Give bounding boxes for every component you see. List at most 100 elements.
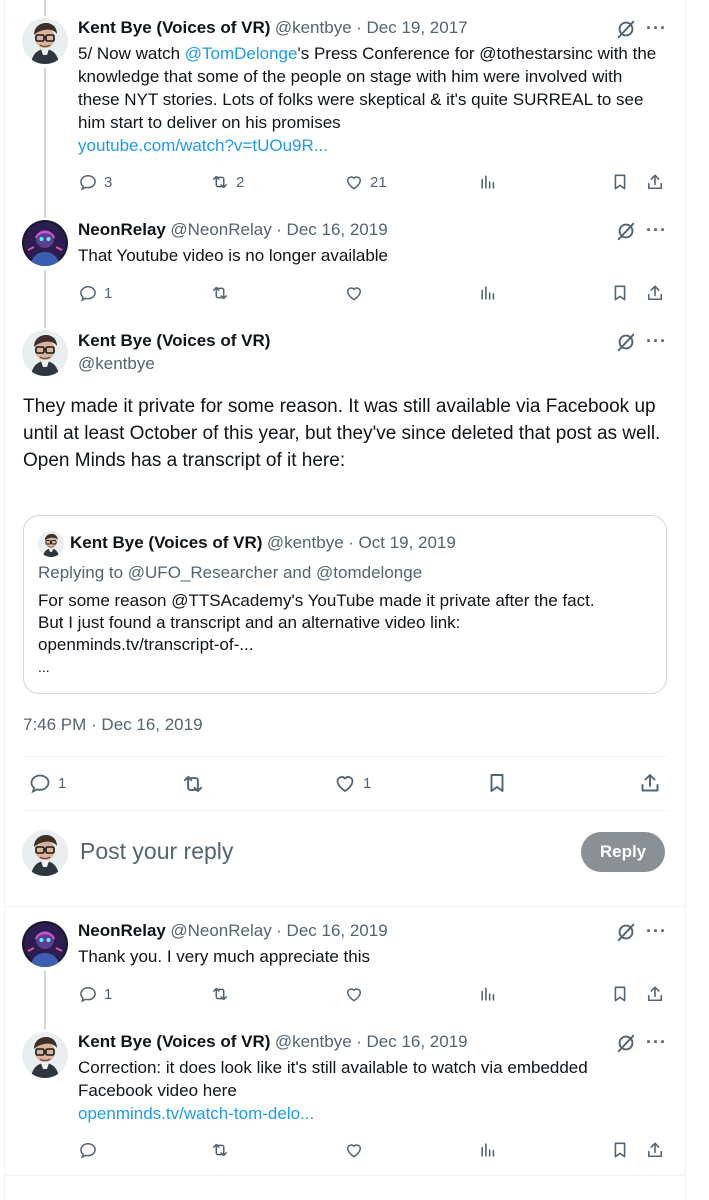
tweet-text: That Youtube video is no longer availabl…	[78, 246, 389, 265]
share-button[interactable]	[645, 172, 665, 192]
author-handle[interactable]: @kentbye	[275, 18, 352, 37]
heart-icon	[344, 172, 364, 192]
more-options-icon[interactable]: ···	[646, 1032, 667, 1053]
quote-line: openminds.tv/transcript-of-...	[38, 635, 254, 654]
views-button[interactable]	[478, 283, 498, 303]
share-button[interactable]	[638, 771, 662, 795]
tweet-text-part: 5/ Now watch	[78, 44, 185, 63]
post-timestamp[interactable]: 7:46 PM · Dec 16, 2019	[23, 715, 203, 735]
avatar[interactable]	[22, 220, 68, 266]
reply-input[interactable]: Post your reply	[80, 838, 233, 865]
more-options-icon[interactable]: ···	[646, 220, 667, 241]
like-button[interactable]: 21	[344, 172, 387, 192]
repost-button[interactable]	[180, 771, 206, 797]
more-options-icon[interactable]: ···	[646, 921, 667, 942]
main-text-paragraph: They made it private for some reason. It…	[23, 396, 661, 444]
divider	[23, 756, 667, 757]
bookmark-icon	[610, 1140, 630, 1160]
views-button[interactable]	[478, 172, 498, 192]
share-button[interactable]	[645, 984, 665, 1004]
avatar[interactable]	[22, 18, 68, 64]
reply-icon	[78, 1140, 98, 1160]
thread-line	[44, 270, 46, 328]
reply-icon	[28, 771, 52, 795]
bookmark-button[interactable]	[485, 771, 509, 795]
repost-button[interactable]: 2	[210, 172, 244, 192]
quote-line: ...	[38, 659, 50, 675]
reply-button[interactable]: 1	[28, 771, 66, 795]
reply-button[interactable]	[78, 1140, 98, 1160]
bookmark-button[interactable]	[610, 1140, 630, 1160]
author-handle[interactable]: @kentbye	[275, 1032, 352, 1051]
heart-icon	[344, 283, 364, 303]
share-button[interactable]	[645, 1140, 665, 1160]
tweet-header: Kent Bye (Voices of VR) @kentbye · Dec 1…	[78, 1032, 468, 1052]
tweet-header: NeonRelay @NeonRelay · Dec 16, 2019	[78, 220, 388, 240]
author-name[interactable]: Kent Bye (Voices of VR)	[78, 331, 270, 351]
grok-icon[interactable]	[615, 921, 637, 943]
author-handle[interactable]: @kentbye	[78, 354, 155, 374]
avatar[interactable]	[22, 921, 68, 967]
reply-icon	[78, 172, 98, 192]
url-link[interactable]: openminds.tv/watch-tom-delo...	[78, 1104, 314, 1123]
author-name[interactable]: NeonRelay	[78, 220, 166, 239]
avatar[interactable]	[22, 1032, 68, 1078]
reply-button[interactable]: 1	[78, 984, 112, 1004]
bookmark-button[interactable]	[610, 283, 630, 303]
bookmark-button[interactable]	[610, 984, 630, 1004]
tweet-date[interactable]: · Dec 16, 2019	[276, 220, 388, 239]
divider	[23, 810, 667, 811]
author-name[interactable]: Kent Bye (Voices of VR)	[78, 18, 270, 37]
views-button[interactable]	[478, 984, 498, 1004]
like-button[interactable]	[344, 1140, 364, 1160]
reply-icon	[78, 984, 98, 1004]
views-button[interactable]	[478, 1140, 498, 1160]
mention-link[interactable]: @TomDelonge	[185, 44, 298, 63]
grok-icon[interactable]	[615, 220, 637, 242]
grok-icon[interactable]	[615, 18, 637, 40]
views-icon	[478, 984, 498, 1004]
tweet-text: Thank you. I very much appreciate this	[78, 947, 370, 966]
main-text-paragraph: Open Minds has a transcript of it here:	[23, 450, 346, 471]
tweet-date[interactable]: · Dec 19, 2017	[356, 18, 468, 37]
like-button[interactable]	[344, 984, 364, 1004]
grok-icon[interactable]	[615, 331, 637, 353]
reply-button[interactable]: 3	[78, 172, 112, 192]
more-options-icon[interactable]: ···	[646, 331, 667, 352]
like-count: 21	[370, 173, 387, 191]
heart-icon	[333, 771, 357, 795]
avatar	[38, 531, 64, 557]
quoted-tweet[interactable]: Kent Bye (Voices of VR) @kentbye · Oct 1…	[23, 515, 667, 694]
tweet-date: · Oct 19, 2019	[348, 533, 456, 552]
like-count: 1	[363, 774, 372, 792]
reply-count: 1	[58, 774, 67, 792]
reply-submit-button[interactable]: Reply	[581, 832, 665, 872]
bookmark-button[interactable]	[610, 172, 630, 192]
share-icon	[645, 984, 665, 1004]
tweet-date[interactable]: · Dec 16, 2019	[356, 1032, 468, 1051]
avatar	[22, 830, 68, 876]
author-name[interactable]: NeonRelay	[78, 921, 166, 940]
views-icon	[478, 172, 498, 192]
author-name[interactable]: Kent Bye (Voices of VR)	[78, 1032, 270, 1051]
share-icon	[645, 172, 665, 192]
repost-button[interactable]	[210, 984, 230, 1004]
replying-to: Replying to @UFO_Researcher and @tomdelo…	[38, 563, 423, 582]
grok-icon[interactable]	[615, 1032, 637, 1054]
reply-button[interactable]: 1	[78, 283, 112, 303]
more-options-icon[interactable]: ···	[646, 18, 667, 39]
avatar[interactable]	[22, 330, 68, 376]
author-handle[interactable]: @NeonRelay	[170, 921, 271, 940]
author-handle[interactable]: @NeonRelay	[170, 220, 271, 239]
repost-count: 2	[236, 173, 245, 191]
repost-button[interactable]	[210, 283, 230, 303]
like-button[interactable]	[344, 283, 364, 303]
repost-button[interactable]	[210, 1140, 230, 1160]
author-handle: @kentbye	[266, 533, 344, 552]
url-link[interactable]: youtube.com/watch?v=tUOu9R...	[78, 136, 328, 155]
tweet-date[interactable]: · Dec 16, 2019	[276, 921, 388, 940]
reply-count: 1	[104, 985, 113, 1003]
share-button[interactable]	[645, 283, 665, 303]
like-button[interactable]: 1	[333, 771, 371, 795]
tweet-text-part: Correction: it does look like it's still…	[78, 1058, 588, 1100]
